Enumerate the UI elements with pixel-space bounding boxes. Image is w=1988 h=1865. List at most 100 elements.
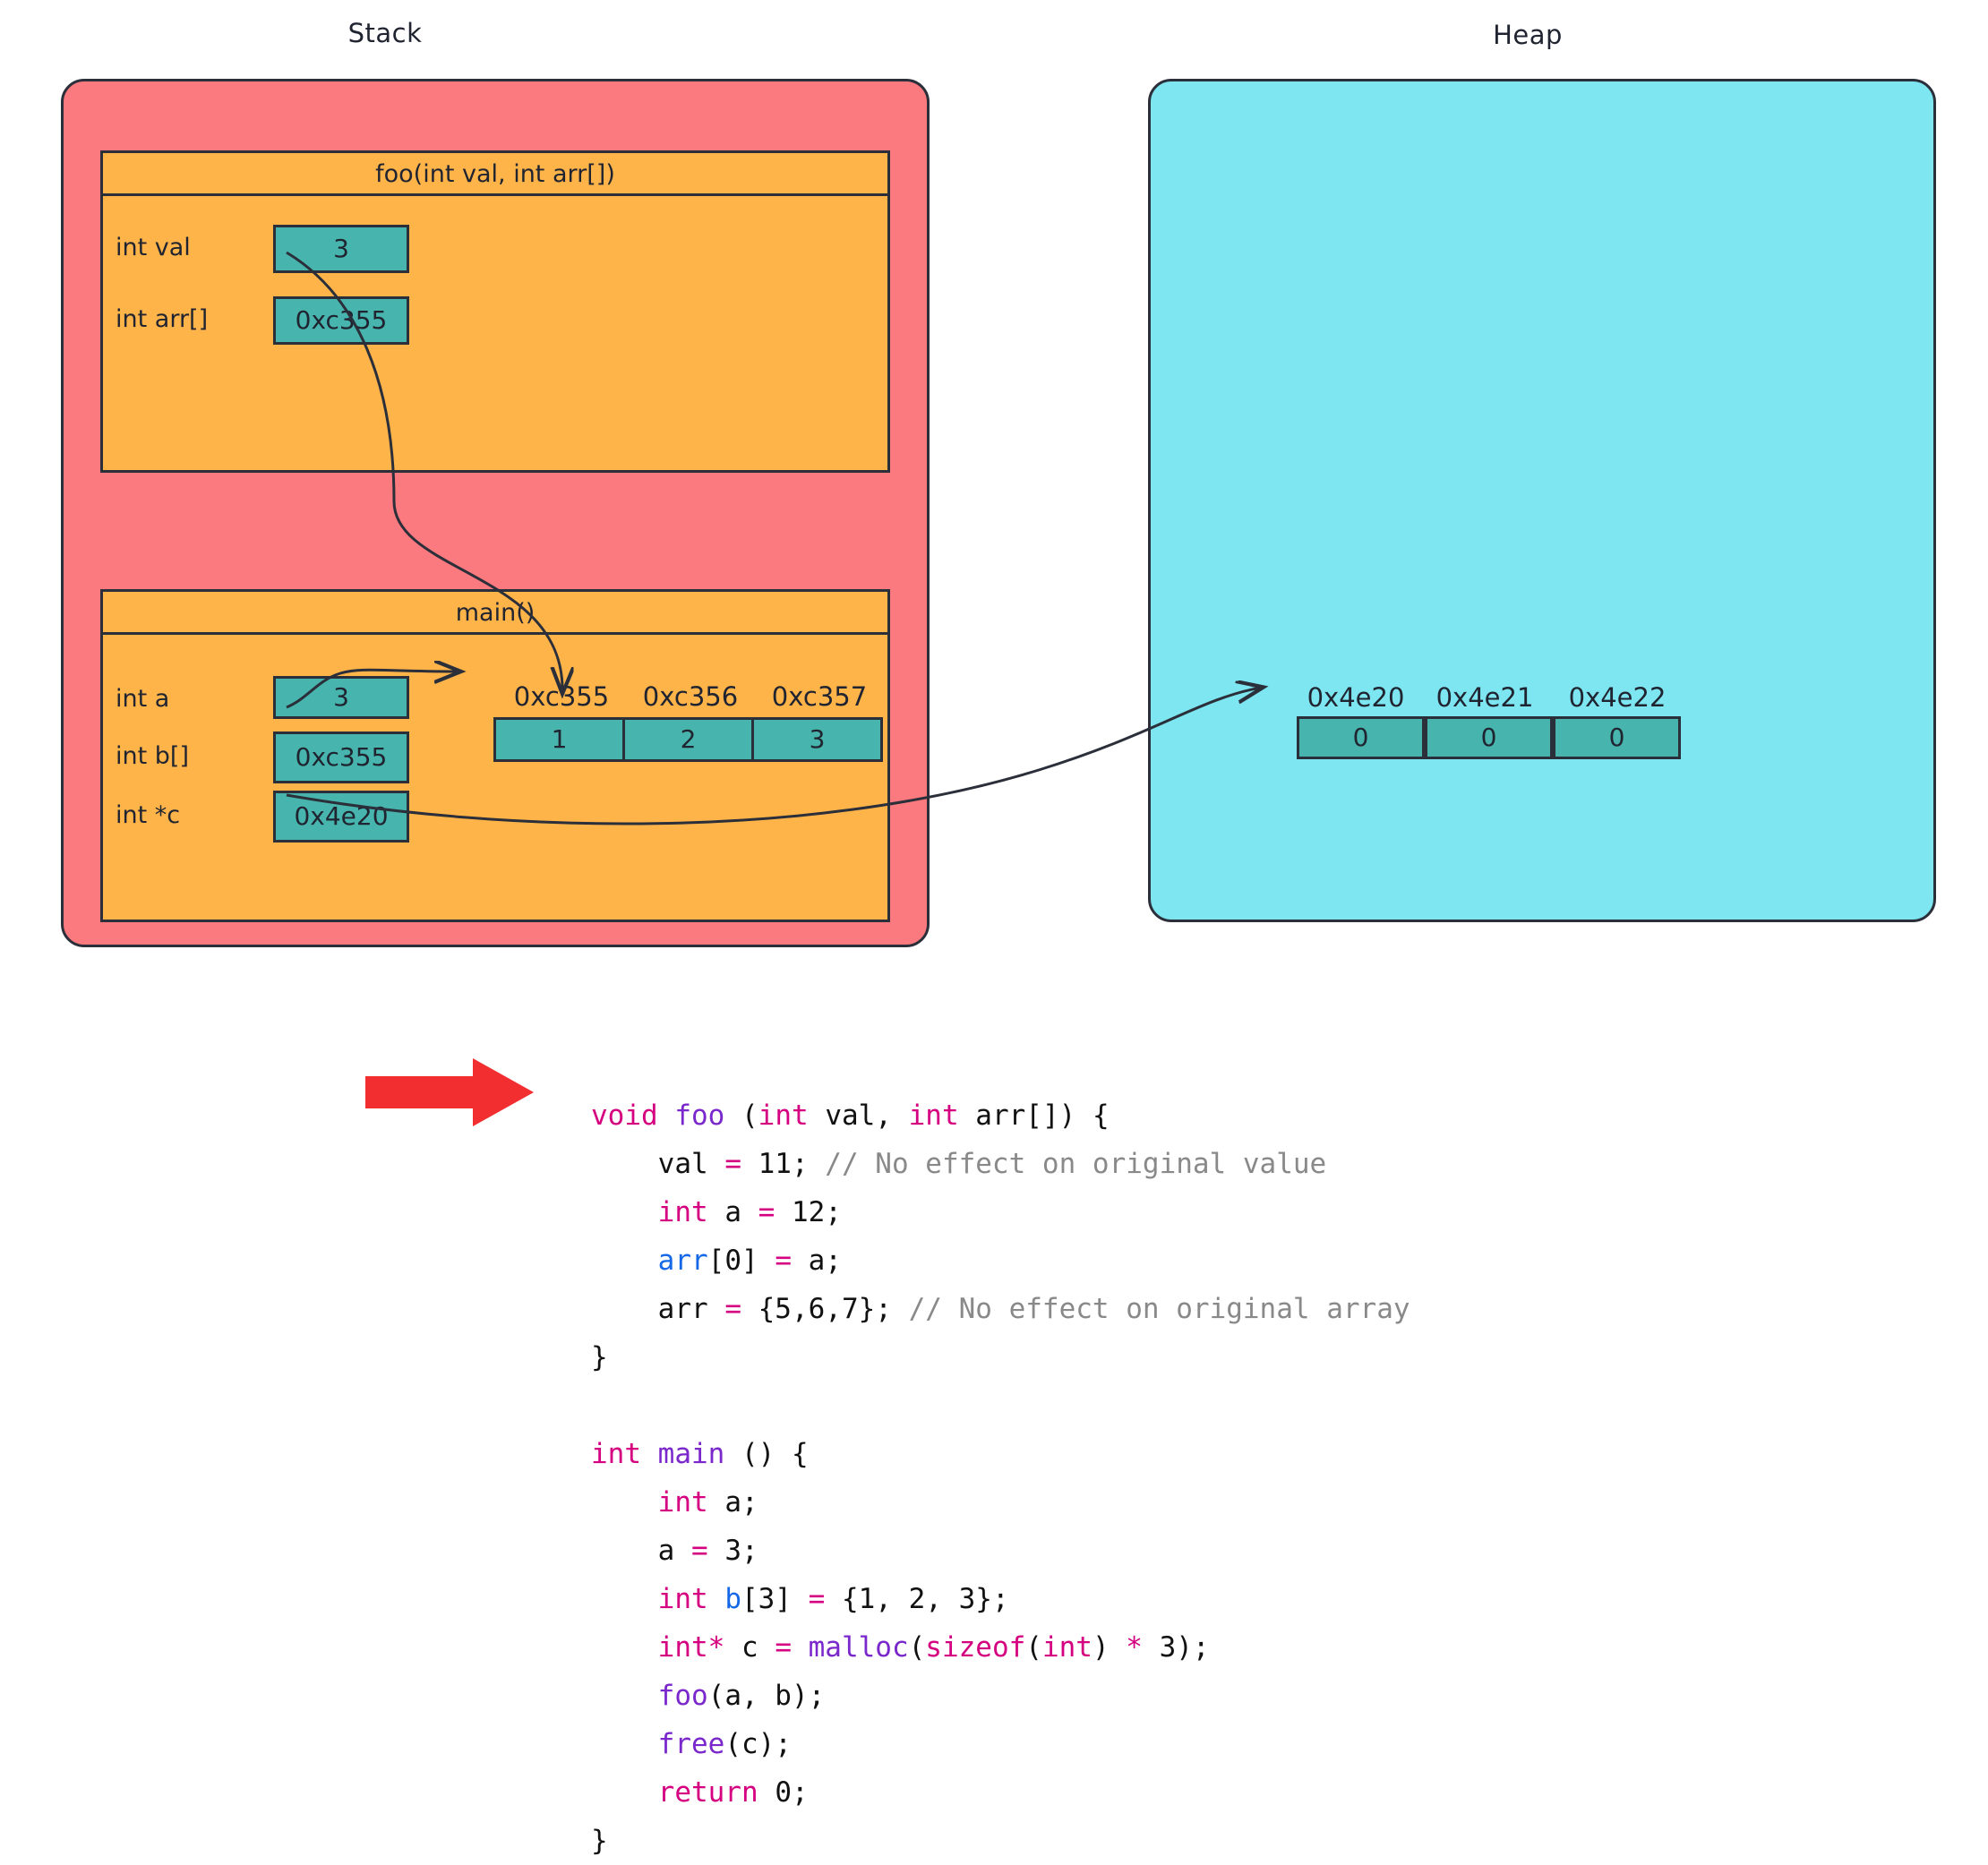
stack-array-cell-1: 2 bbox=[622, 717, 754, 762]
code-token: 3; bbox=[724, 1535, 758, 1567]
heap-array-cell-0: 0 bbox=[1297, 716, 1425, 759]
code-line: return 0; bbox=[591, 1776, 809, 1809]
var-cell-foo-arr: 0xc355 bbox=[273, 296, 409, 345]
heap-array-address-2: 0x4e22 bbox=[1568, 682, 1667, 713]
code-line: a = 3; bbox=[591, 1535, 758, 1567]
code-line: } bbox=[591, 1825, 608, 1857]
heap-array-address-1: 0x4e21 bbox=[1435, 682, 1534, 713]
code-token: arr[]) { bbox=[975, 1099, 1110, 1132]
code-token: val, bbox=[825, 1099, 909, 1132]
code-token: arr bbox=[591, 1293, 725, 1325]
code-line: int a; bbox=[591, 1486, 758, 1519]
code-token: int bbox=[657, 1583, 725, 1615]
code-token: int* bbox=[657, 1631, 741, 1664]
code-token: free bbox=[657, 1728, 725, 1760]
code-token: int bbox=[758, 1099, 826, 1132]
code-token: ( bbox=[908, 1631, 926, 1664]
code-token: = bbox=[724, 1148, 758, 1180]
code-token: (c); bbox=[724, 1728, 792, 1760]
heap-array-address-0: 0x4e20 bbox=[1307, 682, 1405, 713]
code-token: main bbox=[657, 1438, 741, 1470]
var-label-main-c: int *c bbox=[116, 801, 181, 829]
code-token: = bbox=[724, 1293, 758, 1325]
code-token: int bbox=[591, 1438, 658, 1470]
code-token: c bbox=[741, 1631, 775, 1664]
code-line: foo(a, b); bbox=[591, 1680, 826, 1712]
stack-array-address-2: 0xc357 bbox=[771, 681, 868, 712]
stack-frame-foo: foo(int val, int arr[]) int val 3 int ar… bbox=[100, 150, 890, 473]
code-token: void bbox=[591, 1099, 675, 1132]
code-token: b bbox=[724, 1583, 741, 1615]
var-cell-main-a: 3 bbox=[273, 676, 409, 719]
code-token: ) bbox=[1092, 1631, 1127, 1664]
code-token: int bbox=[657, 1486, 725, 1519]
code-token: = bbox=[775, 1631, 809, 1664]
code-line: val = 11; // No effect on original value bbox=[591, 1148, 1327, 1180]
heap-array-cell-2: 0 bbox=[1553, 716, 1681, 759]
source-code-block: void foo (int val, int arr[]) { val = 11… bbox=[591, 1091, 1410, 1865]
code-token: // No effect on original array bbox=[908, 1293, 1410, 1325]
code-token: a bbox=[591, 1535, 691, 1567]
var-label-main-b: int b[] bbox=[116, 742, 189, 770]
code-token: malloc bbox=[808, 1631, 909, 1664]
code-token: [0] bbox=[707, 1245, 775, 1277]
stack-frame-foo-body: int val 3 int arr[] 0xc355 bbox=[103, 196, 887, 470]
code-token: * bbox=[1126, 1631, 1160, 1664]
code-token: return bbox=[657, 1776, 775, 1809]
code-token: val bbox=[591, 1148, 725, 1180]
var-cell-main-c: 0x4e20 bbox=[273, 791, 409, 843]
code-token: = bbox=[775, 1245, 809, 1277]
code-token: int bbox=[908, 1099, 976, 1132]
code-line: arr[0] = a; bbox=[591, 1245, 842, 1277]
code-line: void foo (int val, int arr[]) { bbox=[591, 1099, 1110, 1132]
code-token: int bbox=[657, 1196, 725, 1228]
code-token: 0; bbox=[775, 1776, 809, 1809]
code-token: [3] bbox=[741, 1583, 809, 1615]
code-token: 11; bbox=[758, 1148, 826, 1180]
code-token: // No effect on original value bbox=[825, 1148, 1327, 1180]
code-line: int a = 12; bbox=[591, 1196, 842, 1228]
code-token: {1, 2, 3}; bbox=[841, 1583, 1009, 1615]
stack-array-address-1: 0xc356 bbox=[642, 681, 739, 712]
code-line: free(c); bbox=[591, 1728, 792, 1760]
code-token: (a, b); bbox=[707, 1680, 826, 1712]
stack-frame-main-body: int a 3 int b[] 0xc355 int *c 0x4e20 0xc… bbox=[103, 635, 887, 920]
code-token: arr bbox=[657, 1245, 708, 1277]
var-label-foo-arr: int arr[] bbox=[116, 305, 209, 333]
code-token: } bbox=[591, 1341, 608, 1373]
stack-frame-foo-title: foo(int val, int arr[]) bbox=[103, 153, 887, 196]
code-line: int* c = malloc(sizeof(int) * 3); bbox=[591, 1631, 1210, 1664]
code-line: } bbox=[591, 1341, 608, 1373]
var-cell-main-b: 0xc355 bbox=[273, 731, 409, 783]
stack-frame-main: main() int a 3 int b[] 0xc355 int *c 0x4… bbox=[100, 589, 890, 922]
heap-region bbox=[1148, 79, 1936, 922]
code-token: sizeof bbox=[925, 1631, 1026, 1664]
code-token: ( bbox=[741, 1099, 758, 1132]
code-token: = bbox=[758, 1196, 792, 1228]
var-label-foo-val: int val bbox=[116, 234, 191, 261]
stack-array-address-0: 0xc355 bbox=[513, 681, 610, 712]
stack-array-cell-0: 1 bbox=[493, 717, 625, 762]
code-token: {5,6,7}; bbox=[758, 1293, 909, 1325]
heap-region-title: Heap bbox=[1493, 20, 1563, 50]
code-token: int bbox=[1041, 1631, 1093, 1664]
code-token: = bbox=[808, 1583, 842, 1615]
code-token: = bbox=[690, 1535, 725, 1567]
stack-frame-main-title: main() bbox=[103, 592, 887, 635]
heap-array-cell-1: 0 bbox=[1425, 716, 1553, 759]
code-token: () { bbox=[741, 1438, 809, 1470]
code-token: } bbox=[591, 1825, 608, 1857]
code-token: ( bbox=[1025, 1631, 1042, 1664]
code-token: a; bbox=[724, 1486, 758, 1519]
code-token: 3); bbox=[1159, 1631, 1210, 1664]
code-line: int main () { bbox=[591, 1438, 809, 1470]
current-line-arrow-icon bbox=[365, 1058, 534, 1126]
